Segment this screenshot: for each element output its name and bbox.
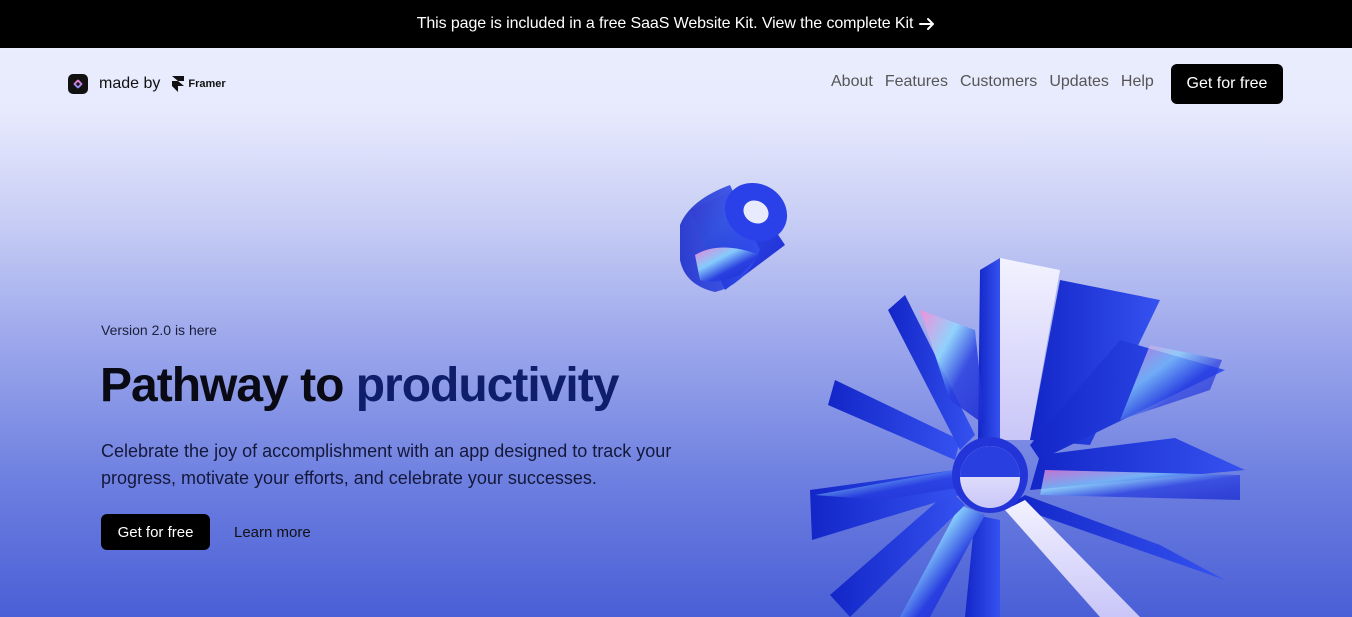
nav-link-about[interactable]: About [831,73,873,91]
hero-headline: Pathway to productivity [100,358,620,413]
nav-links: About Features Customers Updates Help [831,73,1154,91]
nav-link-features[interactable]: Features [885,73,948,91]
headline-lead-text: Pathway to [100,359,356,412]
learn-more-link[interactable]: Learn more [234,524,311,541]
floating-cylinder-graphic [680,182,788,292]
promo-banner[interactable]: This page is included in a free SaaS Web… [0,0,1352,48]
nav-get-for-free-button[interactable]: Get for free [1171,64,1283,104]
made-by-framer-badge[interactable]: made by Framer [68,74,226,94]
version-eyebrow: Version 2.0 is here [101,322,217,338]
made-by-label: made by [99,75,161,92]
nav-link-customers[interactable]: Customers [960,73,1037,91]
headline-accent-text: productivity [355,359,620,412]
framer-wordmark: Framer [188,78,226,90]
hero-subtext: Celebrate the joy of accomplishment with… [101,441,672,488]
starburst-graphic [810,258,1245,617]
framer-logo-icon [172,76,185,92]
hero-get-for-free-button[interactable]: Get for free [101,514,210,550]
nav-link-updates[interactable]: Updates [1049,73,1109,91]
promo-banner-text: This page is included in a free SaaS Web… [416,15,914,32]
arrow-right-icon [919,16,935,32]
app-logo-icon [68,74,88,94]
nav-link-help[interactable]: Help [1121,73,1154,91]
